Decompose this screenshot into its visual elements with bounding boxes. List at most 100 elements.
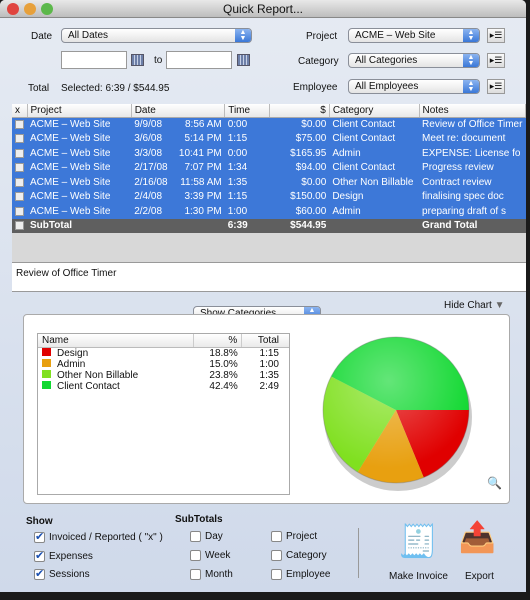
row-checkbox[interactable]: [12, 160, 27, 175]
hide-chart-button[interactable]: Hide Chart ▼: [444, 300, 505, 311]
grand-total-label: Grand Total: [419, 218, 526, 233]
chevron-updown-icon: ▲▼: [463, 80, 479, 93]
legend-swatch: [42, 359, 51, 367]
legend-name: Other Non Billable: [57, 370, 139, 381]
row-checkbox[interactable]: [12, 117, 27, 132]
column-header[interactable]: Notes: [419, 104, 527, 118]
table-row[interactable]: ACME – Web Site 2/4/08 3:39 PM 1:15 $150.00 D…: [12, 189, 526, 204]
notes-cell: preparing draft of s: [419, 204, 526, 219]
calendar-icon[interactable]: [237, 54, 250, 66]
table-row[interactable]: ACME – Web Site 2/16/08 11:58 AM 1:35 $0.00 O…: [12, 175, 526, 190]
make-invoice-button[interactable]: Make Invoice: [389, 571, 448, 582]
employee-select[interactable]: All Employees ▲ ▼: [348, 79, 480, 94]
category-select[interactable]: All Categories ▲ ▼: [348, 53, 480, 68]
subtotal-amount: $544.95: [269, 218, 330, 233]
date-value: 2/4/08: [134, 191, 163, 203]
column-header[interactable]: x: [12, 104, 28, 118]
subtotals-checkbox-day[interactable]: Day: [190, 531, 223, 542]
date-value: 2/17/08: [134, 162, 168, 174]
show-checkbox-sessions[interactable]: ✔ Sessions: [34, 569, 90, 580]
legend-row[interactable]: Client Contact 42.4% 2:49: [38, 381, 289, 392]
column-header[interactable]: $: [269, 104, 330, 118]
checkbox-label: Project: [286, 531, 318, 543]
time-of-day: 11:58 AM: [180, 176, 222, 188]
legend-total: 1:00: [259, 359, 279, 370]
to-date-input[interactable]: [166, 51, 232, 69]
date-cell: 2/2/08 1:30 PM: [131, 204, 225, 219]
notes-cell: Meet re: document: [419, 131, 526, 146]
category-cell: Other Non Billable: [329, 175, 420, 190]
amount-cell: $60.00: [269, 204, 330, 219]
legend-row[interactable]: Design 18.8% 1:15: [38, 348, 289, 359]
project-cell: ACME – Web Site: [27, 189, 132, 204]
subtotals-checkbox-category[interactable]: Category: [271, 550, 327, 561]
project-select[interactable]: ACME – Web Site ▲ ▼: [348, 28, 480, 43]
row-checkbox[interactable]: [12, 204, 27, 219]
project-cell: ACME – Web Site: [27, 117, 132, 132]
show-checkbox-invoiced[interactable]: ✔ Invoiced / Reported ( "x" ): [34, 532, 163, 543]
make-invoice-icon[interactable]: 🧾: [388, 522, 448, 567]
row-checkbox[interactable]: [12, 131, 27, 146]
checkbox-label: Employee: [286, 569, 331, 581]
row-checkbox[interactable]: [12, 189, 27, 204]
legend-swatch: [42, 381, 51, 389]
checkbox-label: Week: [205, 550, 231, 562]
subtotals-checkbox-employee[interactable]: Employee: [271, 569, 330, 580]
legend-row[interactable]: Admin 15.0% 1:00: [38, 359, 289, 370]
checkbox-icon: [190, 531, 201, 542]
row-checkbox[interactable]: [12, 146, 27, 161]
date-select[interactable]: All Dates ▲ ▼: [61, 28, 252, 43]
project-cell: ACME – Web Site: [27, 131, 132, 146]
table-row[interactable]: ACME – Web Site 2/17/08 7:07 PM 1:34 $94.00 C…: [12, 160, 526, 175]
checkbox-label: Month: [205, 569, 233, 581]
show-checkbox-expenses[interactable]: ✔ Expenses: [34, 551, 93, 562]
column-header[interactable]: Date: [131, 104, 226, 118]
date-cell: 2/4/08 3:39 PM: [131, 189, 225, 204]
legend-total: 2:49: [259, 381, 279, 392]
project-list-button[interactable]: ▸☰: [487, 28, 505, 43]
date-value: 3/3/08: [134, 147, 163, 159]
checkbox-icon: [271, 550, 282, 561]
export-button[interactable]: Export: [465, 571, 494, 582]
legend-row[interactable]: Other Non Billable 23.8% 1:35: [38, 370, 289, 381]
project-select-value: ACME – Web Site: [355, 30, 436, 41]
subtotals-checkbox-project[interactable]: Project: [271, 531, 317, 542]
title-bar: Quick Report...: [0, 0, 526, 18]
table-row[interactable]: ACME – Web Site 3/3/08 10:41 PM 0:00 $165.95…: [12, 146, 526, 161]
project-cell: ACME – Web Site: [27, 175, 132, 190]
export-icon[interactable]: 📤: [455, 520, 500, 565]
time-cell: 1:34: [224, 160, 270, 175]
time-cell: 1:00: [224, 204, 270, 219]
notes-view[interactable]: Review of Office Timer: [12, 262, 526, 292]
time-cell: 1:15: [224, 131, 270, 146]
from-date-input[interactable]: [61, 51, 127, 69]
date-cell: 3/6/08 5:14 PM: [131, 131, 225, 146]
column-header[interactable]: Category: [329, 104, 420, 118]
subtotals-checkbox-week[interactable]: Week: [190, 550, 230, 561]
legend-header-percent: %: [192, 334, 242, 348]
zoom-button[interactable]: [41, 3, 53, 15]
calendar-icon[interactable]: [131, 54, 144, 66]
checkbox-label: Day: [205, 531, 223, 543]
subtotals-checkbox-month[interactable]: Month: [190, 569, 233, 580]
category-list-button[interactable]: ▸☰: [487, 53, 505, 68]
chevron-updown-icon: ▲▼: [463, 29, 479, 42]
category-cell: Admin: [329, 204, 420, 219]
close-button[interactable]: [7, 3, 19, 15]
table-row[interactable]: ACME – Web Site 9/9/08 8:56 AM 0:00 $0.00 Cli…: [12, 117, 526, 132]
notes-cell: finalising spec doc: [419, 189, 526, 204]
table-row[interactable]: ACME – Web Site 2/2/08 1:30 PM 1:00 $60.00 Ad…: [12, 204, 526, 219]
row-checkbox[interactable]: [12, 175, 27, 190]
employee-list-button[interactable]: ▸☰: [487, 79, 505, 94]
column-header[interactable]: Project: [27, 104, 132, 118]
checkbox-icon: [190, 569, 201, 580]
minimize-button[interactable]: [24, 3, 36, 15]
legend-header-total: Total: [241, 334, 289, 348]
column-header[interactable]: Time: [224, 104, 270, 118]
project-label: Project: [306, 31, 338, 42]
table-row[interactable]: ACME – Web Site 3/6/08 5:14 PM 1:15 $75.00 Cl…: [12, 131, 526, 146]
chart-zoom-icon[interactable]: 🔍: [487, 476, 502, 490]
date-cell: 3/3/08 10:41 PM: [131, 146, 225, 161]
amount-cell: $94.00: [269, 160, 330, 175]
date-cell: 9/9/08 8:56 AM: [131, 117, 225, 132]
